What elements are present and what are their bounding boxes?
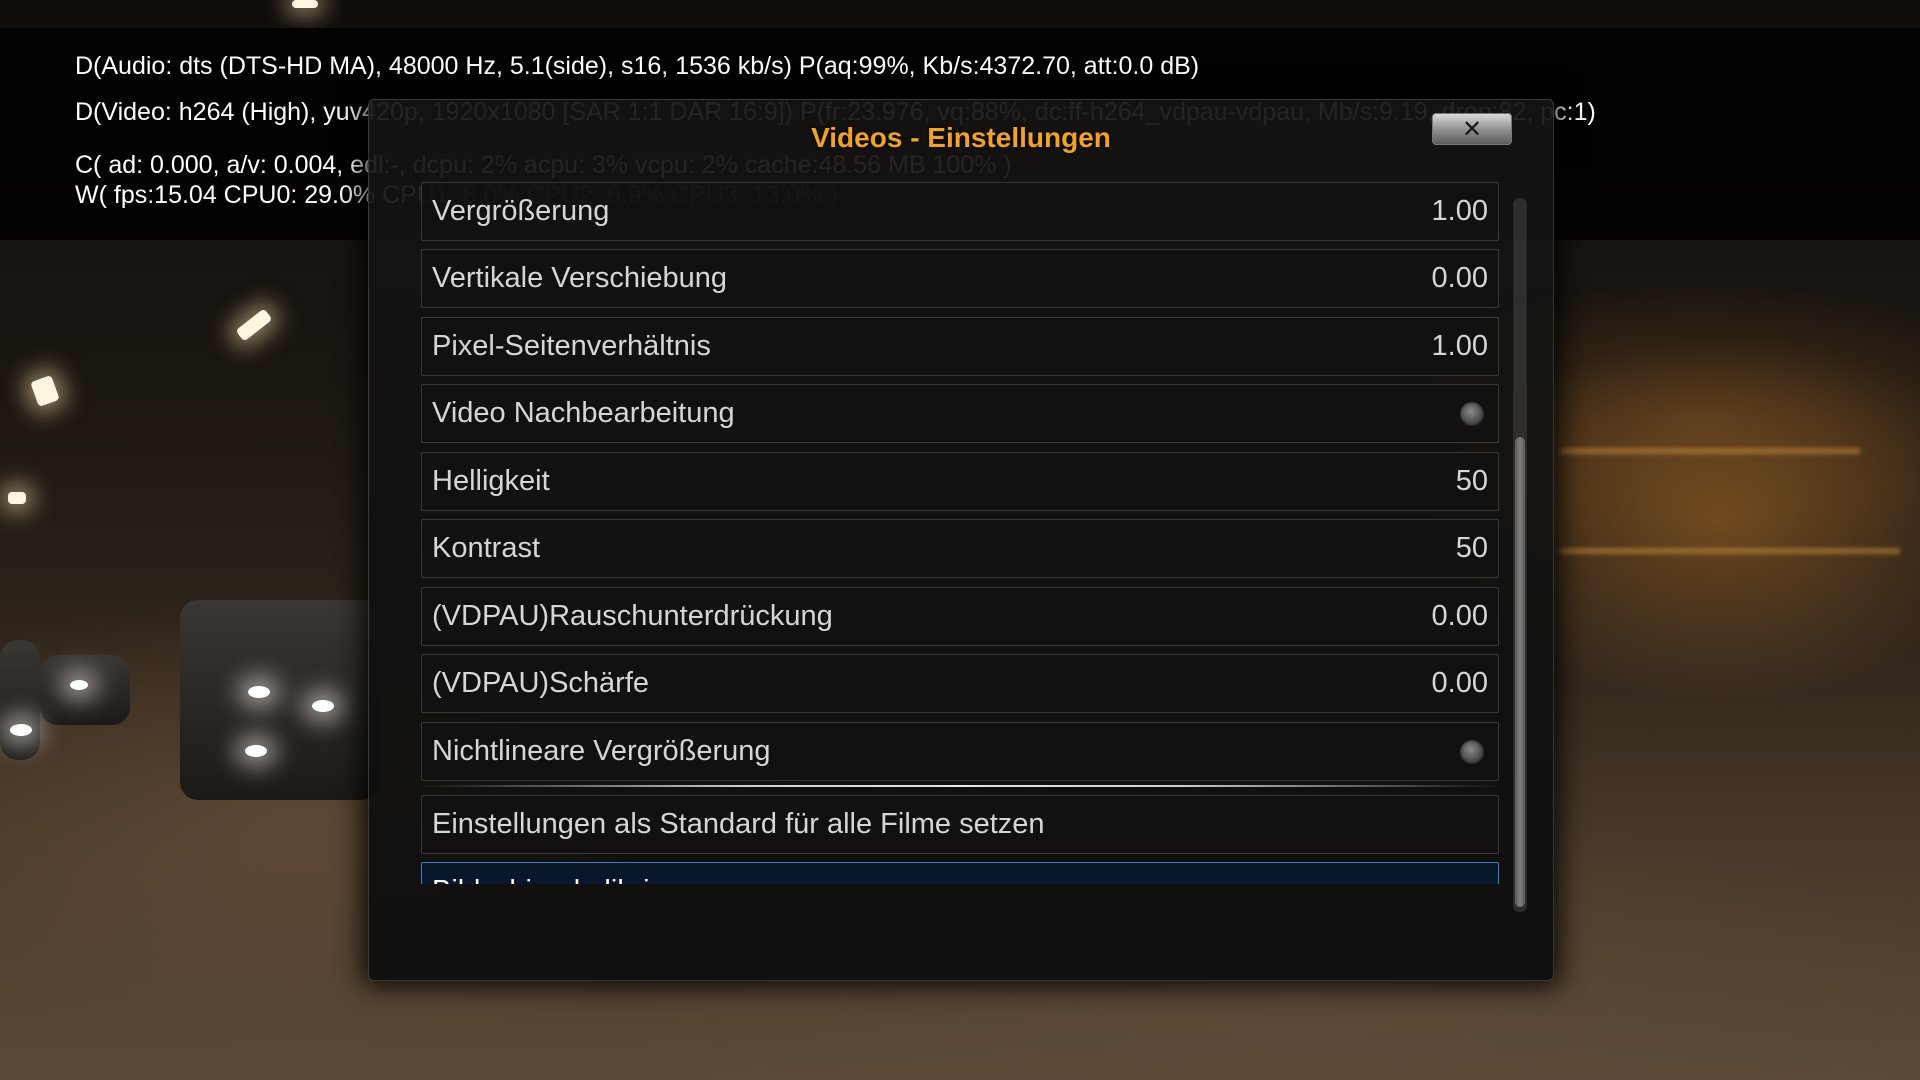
setting-nonlinear-stretch[interactable]: Nichtlineare Vergrößerung — [421, 722, 1499, 781]
setting-label: Helligkeit — [432, 465, 550, 497]
setting-zoom[interactable]: Vergrößerung 1.00 — [421, 182, 1499, 241]
car — [180, 600, 380, 800]
setting-label: Pixel-Seitenverhältnis — [432, 330, 711, 362]
tunnel-light — [292, 0, 318, 8]
setting-label: Vergrößerung — [432, 195, 610, 227]
setting-value: 0.00 — [1431, 600, 1488, 632]
setting-label: (VDPAU)Rauschunterdrückung — [432, 600, 833, 632]
car — [40, 655, 130, 725]
tunnel-light — [30, 375, 60, 407]
tunnel-light — [8, 492, 26, 504]
tunnel-light — [235, 308, 273, 342]
setting-pixel-ratio[interactable]: Pixel-Seitenverhältnis 1.00 — [421, 317, 1499, 376]
setting-vertical-shift[interactable]: Vertikale Verschiebung 0.00 — [421, 249, 1499, 308]
setting-label: Vertikale Verschiebung — [432, 262, 728, 294]
dialog-title: Videos - Einstellungen — [811, 122, 1111, 153]
car-headlight — [245, 745, 267, 757]
action-label: Einstellungen als Standard für alle Film… — [432, 808, 1045, 840]
setting-label: Nichtlineare Vergrößerung — [432, 735, 771, 767]
setting-value: 1.00 — [1431, 195, 1488, 227]
setting-value: 0.00 — [1431, 262, 1488, 294]
setting-post-processing[interactable]: Video Nachbearbeitung — [421, 384, 1499, 443]
set-as-default-button[interactable]: Einstellungen als Standard für alle Film… — [421, 795, 1499, 854]
wall-reflection — [1560, 448, 1860, 454]
setting-value: 50 — [1455, 532, 1488, 564]
scrollbar-thumb[interactable] — [1515, 437, 1525, 907]
radio-indicator-icon[interactable] — [1460, 740, 1484, 764]
close-icon: ✕ — [1461, 115, 1483, 143]
setting-label: Video Nachbearbeitung — [432, 397, 735, 429]
wall-reflection — [1560, 548, 1900, 554]
car-headlight — [10, 724, 32, 736]
car-headlight — [312, 700, 334, 712]
setting-contrast[interactable]: Kontrast 50 — [421, 519, 1499, 578]
car-headlight — [248, 686, 270, 698]
close-button[interactable]: ✕ — [1432, 113, 1512, 145]
radio-indicator-icon[interactable] — [1460, 402, 1484, 426]
setting-sharpness[interactable]: (VDPAU)Schärfe 0.00 — [421, 654, 1499, 713]
car-headlight — [70, 680, 88, 690]
setting-label: Kontrast — [432, 532, 540, 564]
scrollbar[interactable] — [1513, 198, 1527, 912]
settings-list: Vergrößerung 1.00 Vertikale Verschiebung… — [421, 182, 1501, 884]
separator — [421, 785, 1499, 787]
car — [0, 640, 40, 760]
video-settings-dialog: Videos - Einstellungen ✕ Vergrößerung 1.… — [368, 99, 1554, 981]
setting-value: 50 — [1455, 465, 1488, 497]
setting-label: (VDPAU)Schärfe — [432, 667, 650, 699]
debug-audio-info: D(Audio: dts (DTS-HD MA), 48000 Hz, 5.1(… — [75, 52, 1200, 80]
setting-value: 1.00 — [1431, 330, 1488, 362]
setting-value: 0.00 — [1431, 667, 1488, 699]
setting-brightness[interactable]: Helligkeit 50 — [421, 452, 1499, 511]
action-label: Bildschirm kalibrieren... — [432, 863, 732, 884]
calibrate-screen-button[interactable]: Bildschirm kalibrieren... — [421, 862, 1499, 884]
setting-noise-reduction[interactable]: (VDPAU)Rauschunterdrückung 0.00 — [421, 587, 1499, 646]
